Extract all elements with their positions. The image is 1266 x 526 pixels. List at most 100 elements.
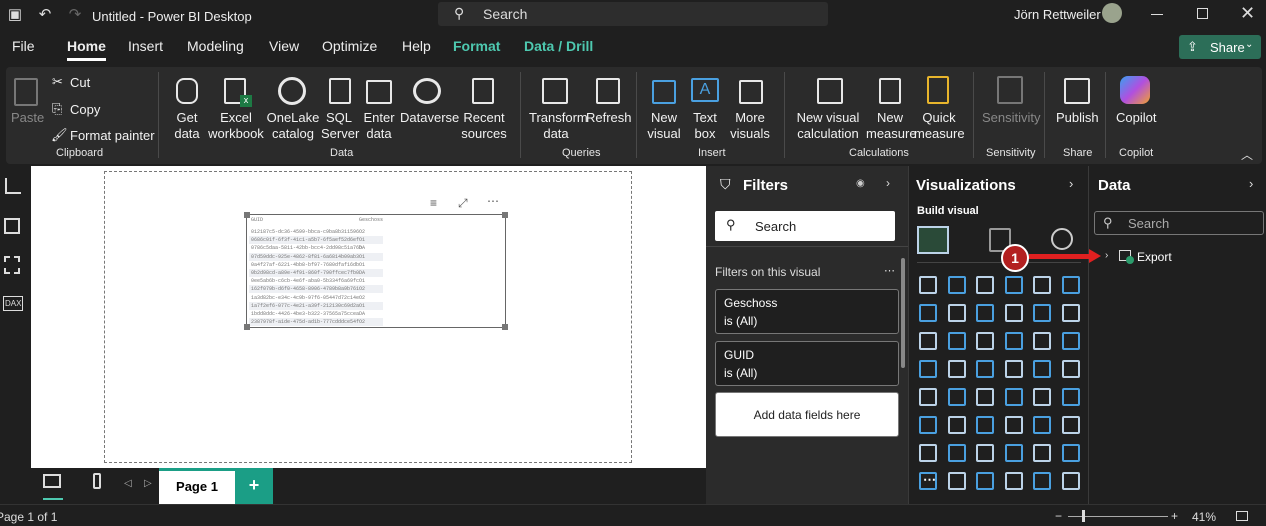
table-cell-geschoss[interactable]: DA (359, 245, 365, 251)
table-cell-guid[interactable]: 012187c5-dc36-4599-bbca-c9ba8b311596 (251, 229, 359, 235)
visual-type-icon[interactable] (919, 416, 937, 434)
table-visual[interactable]: GUID Geschoss 012187c5-dc36-4599-bbca-c9… (244, 212, 508, 330)
tab-home[interactable]: Home (67, 38, 106, 54)
visual-type-icon[interactable] (947, 276, 966, 294)
visual-type-icon[interactable] (976, 360, 994, 378)
quick-measure-button[interactable]: Quick measure (914, 110, 965, 142)
more-visuals-icon[interactable]: ⋯ (923, 472, 936, 488)
zoom-in-icon[interactable]: + (1171, 509, 1178, 523)
visual-type-icon[interactable] (947, 360, 966, 378)
fit-to-page-icon[interactable] (1236, 511, 1248, 521)
filter-icon[interactable]: ≡ (430, 196, 437, 210)
visual-type-icon[interactable] (976, 472, 994, 490)
visual-type-icon[interactable] (1004, 332, 1023, 350)
visual-type-icon[interactable] (947, 444, 966, 462)
more-options-icon[interactable]: ⋯ (487, 194, 499, 208)
add-data-fields-drop-zone[interactable]: Add data fields here (715, 392, 899, 437)
close-icon[interactable]: ✕ (1240, 3, 1255, 24)
table-cell-guid[interactable]: 0ee5ab6b-c6cb-4e6f-aba0-5b334f6a69fc (251, 278, 359, 284)
zoom-out-icon[interactable]: − (1055, 509, 1062, 523)
analytics-tab[interactable] (1051, 228, 1073, 250)
expand-chevron-icon[interactable]: › (1105, 250, 1108, 261)
more-visuals-button[interactable]: More visuals (725, 110, 775, 142)
visual-type-icon[interactable] (1004, 444, 1023, 462)
visual-type-icon[interactable] (947, 332, 966, 350)
filter-card-guid[interactable]: GUID is (All) (715, 341, 899, 386)
table-cell-guid[interactable]: 1bdd8ddc-4426-4be3-b322-37565a75ccea (251, 311, 359, 317)
visual-type-icon[interactable] (976, 304, 994, 322)
build-visual-tab[interactable] (917, 226, 949, 254)
format-painter-button[interactable]: Format painter (70, 128, 155, 144)
table-cell-geschoss[interactable]: O1 (359, 237, 365, 243)
visual-type-icon[interactable] (919, 304, 937, 322)
undo-icon[interactable]: ↶ (36, 6, 54, 24)
dax-query-view-icon[interactable]: DAX (3, 296, 24, 311)
table-cell-geschoss[interactable]: O1 (359, 278, 365, 284)
text-box-button[interactable]: Text box (690, 110, 720, 142)
visual-type-icon[interactable] (919, 444, 937, 462)
table-cell-geschoss[interactable]: O1 (359, 254, 365, 260)
visual-type-icon[interactable] (1033, 360, 1051, 378)
table-cell-geschoss[interactable]: DA (359, 311, 365, 317)
sql-server-button[interactable]: SQL Server (321, 110, 359, 142)
visual-type-icon[interactable] (1033, 416, 1051, 434)
prev-page-icon[interactable]: ◁ (124, 478, 132, 489)
data-search-input[interactable]: ⚲ Search (1094, 211, 1264, 235)
dataverse-button[interactable]: Dataverse (400, 110, 459, 126)
next-page-icon[interactable]: ▷ (144, 478, 152, 489)
visual-type-icon[interactable] (976, 276, 994, 294)
new-visual-calculation-button[interactable]: New visual calculation (794, 110, 862, 142)
copy-button[interactable]: Copy (70, 102, 100, 118)
tab-view[interactable]: View (269, 38, 299, 54)
visual-type-icon[interactable] (919, 332, 937, 350)
visual-type-icon[interactable] (1004, 388, 1023, 406)
recent-sources-button[interactable]: Recent sources (457, 110, 511, 142)
visual-type-icon[interactable] (1061, 332, 1080, 350)
collapse-ribbon-icon[interactable]: ︿ (1241, 146, 1253, 163)
share-button[interactable]: ⇪ Share ⌄ (1179, 35, 1261, 59)
eye-icon[interactable]: ◉ (856, 178, 865, 189)
visual-type-icon[interactable] (1033, 388, 1051, 406)
table-cell-guid[interactable]: 1a7f2ef6-077c-4e21-a39f-212130c69d2a (251, 303, 359, 309)
visual-type-icon[interactable] (976, 332, 994, 350)
tab-optimize[interactable]: Optimize (322, 38, 377, 54)
onelake-catalog-button[interactable]: OneLake catalog (266, 110, 320, 142)
add-page-button[interactable]: + (235, 468, 273, 504)
redo-icon[interactable]: ↷ (66, 6, 84, 24)
visual-type-icon[interactable] (1061, 416, 1080, 434)
visual-type-icon[interactable] (1004, 416, 1023, 434)
more-options-icon[interactable]: ⋯ (884, 264, 895, 277)
new-visual-button[interactable]: New visual (646, 110, 682, 142)
transform-data-button[interactable]: Transform data (529, 110, 588, 142)
avatar[interactable] (1102, 3, 1122, 23)
table-cell-guid[interactable]: 07d59ddc-925e-4862-8f81-6a6814b09ab3 (251, 254, 359, 260)
get-data-button[interactable]: Get data (168, 110, 206, 142)
visual-type-icon[interactable] (1033, 444, 1051, 462)
resize-handle[interactable] (502, 212, 508, 218)
collapse-data-icon[interactable]: › (1249, 176, 1253, 191)
zoom-slider-thumb[interactable] (1082, 510, 1085, 522)
visual-type-icon[interactable] (1004, 304, 1023, 322)
visual-type-icon[interactable] (976, 388, 994, 406)
visual-type-icon[interactable] (1061, 472, 1080, 490)
global-search[interactable]: ⚲ Search (438, 2, 828, 26)
tab-modeling[interactable]: Modeling (187, 38, 244, 54)
column-header-guid[interactable]: GUID (251, 217, 263, 223)
visual-type-icon[interactable] (976, 416, 994, 434)
visual-type-icon[interactable] (1061, 276, 1080, 294)
refresh-button[interactable]: Refresh (586, 110, 632, 126)
visual-type-icon[interactable] (919, 360, 937, 378)
table-cell-guid[interactable]: 0a4f27af-6221-4bb8-bf97-7680dfaf16db (251, 262, 359, 268)
resize-handle[interactable] (244, 324, 250, 330)
sensitivity-button[interactable]: Sensitivity (982, 110, 1041, 126)
desktop-layout-icon[interactable] (43, 474, 61, 488)
save-icon[interactable]: ▣ (6, 6, 24, 24)
table-cell-geschoss[interactable]: O2 (359, 319, 365, 325)
visual-type-icon[interactable] (1004, 276, 1023, 294)
table-cell-geschoss[interactable]: O1 (359, 262, 365, 268)
column-header-geschoss[interactable]: Geschoss (359, 217, 383, 223)
visual-type-icon[interactable] (947, 416, 966, 434)
visual-type-icon[interactable] (1033, 304, 1051, 322)
visual-type-icon[interactable] (919, 388, 937, 406)
report-view-icon[interactable] (5, 178, 21, 194)
